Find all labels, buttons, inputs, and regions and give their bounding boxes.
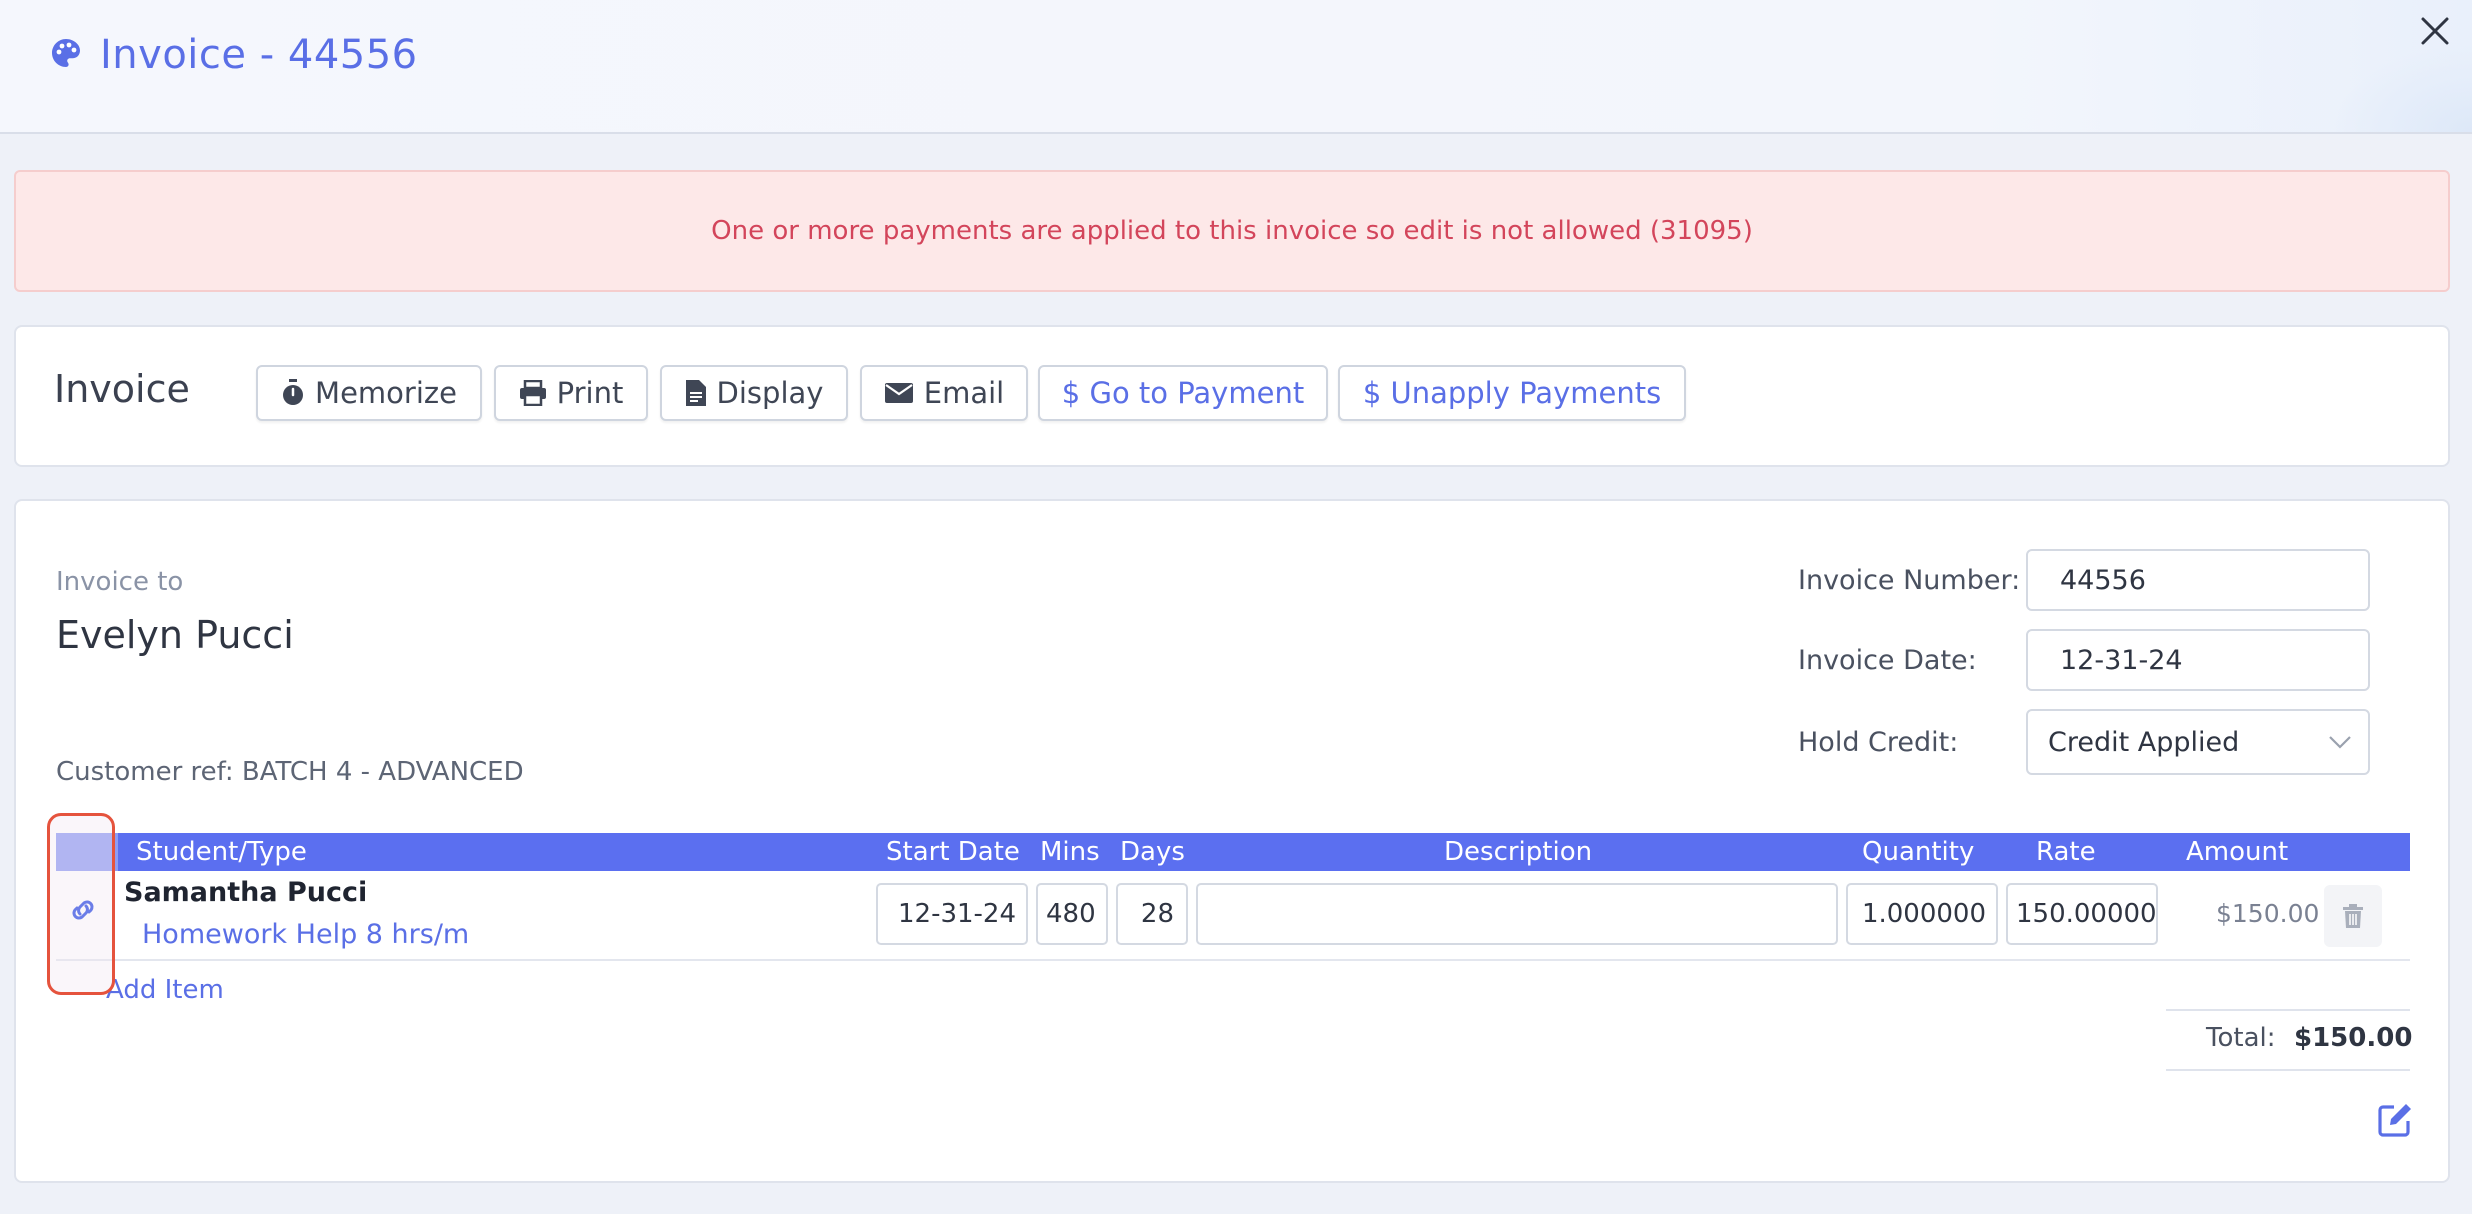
row-description-input[interactable]: [1196, 883, 1838, 945]
go-to-payment-label: $ Go to Payment: [1061, 376, 1305, 410]
close-button[interactable]: [2412, 8, 2458, 54]
page-title: Invoice - 44556: [100, 32, 418, 78]
row-days-value: 28: [1140, 899, 1174, 929]
invoice-to-label: Invoice to: [56, 567, 184, 597]
customer-ref: Customer ref: BATCH 4 - ADVANCED: [56, 757, 524, 787]
header-description: Description: [1444, 837, 1593, 867]
hold-credit-select[interactable]: Credit Applied: [2026, 709, 2370, 775]
row-rate-value: 150.00000: [2016, 899, 2157, 929]
memorize-button[interactable]: Memorize: [256, 365, 482, 421]
modal-header: Invoice - 44556: [0, 0, 2472, 134]
memorize-label: Memorize: [315, 376, 457, 410]
alert-message: One or more payments are applied to this…: [711, 216, 1753, 246]
row-mins-input[interactable]: 480: [1036, 883, 1108, 945]
envelope-icon: [884, 383, 913, 403]
row-amount: $150.00: [2216, 899, 2320, 928]
link-item-button[interactable]: [66, 899, 100, 925]
print-label: Print: [556, 376, 624, 410]
edit-button[interactable]: [2378, 1101, 2414, 1137]
hold-credit-value: Credit Applied: [2048, 726, 2240, 758]
row-start-date-input[interactable]: 12-31-24: [876, 883, 1028, 945]
invoice-number-value: 44556: [2060, 564, 2146, 596]
stopwatch-icon: [283, 379, 304, 405]
error-alert: One or more payments are applied to this…: [14, 170, 2450, 292]
row-quantity-input[interactable]: 1.000000: [1846, 883, 1998, 945]
palette-icon: [50, 37, 82, 73]
invoice-details-card: Invoice to Evelyn Pucci Customer ref: BA…: [14, 499, 2450, 1183]
toolbar-title: Invoice: [54, 367, 190, 411]
invoice-date-label: Invoice Date:: [1798, 645, 1977, 676]
row-student-name: Samantha Pucci: [124, 877, 368, 908]
print-button[interactable]: Print: [494, 365, 648, 421]
unapply-payments-button[interactable]: $ Unapply Payments: [1338, 365, 1686, 421]
unapply-payments-label: $ Unapply Payments: [1362, 376, 1662, 410]
header-start-date: Start Date: [886, 837, 1020, 867]
header-days: Days: [1120, 837, 1185, 867]
printer-icon: [519, 380, 546, 406]
trash-icon: [2343, 904, 2363, 928]
display-label: Display: [716, 376, 824, 410]
invoice-number-field[interactable]: 44556: [2026, 549, 2370, 611]
invoice-number-label: Invoice Number:: [1798, 565, 2021, 596]
total-divider-top: [2166, 1009, 2410, 1011]
row-days-input[interactable]: 28: [1116, 883, 1188, 945]
delete-row-button[interactable]: [2324, 885, 2382, 947]
document-icon: [685, 380, 706, 406]
invoice-date-field[interactable]: 12-31-24: [2026, 629, 2370, 691]
go-to-payment-button[interactable]: $ Go to Payment: [1038, 365, 1328, 421]
table-row: Samantha Pucci Homework Help 8 hrs/m 12-…: [56, 871, 2410, 961]
row-start-date-value: 12-31-24: [898, 899, 1017, 929]
row-mins-value: 480: [1046, 899, 1096, 929]
close-icon: [2421, 17, 2449, 45]
link-icon: [72, 900, 94, 920]
modal-title: Invoice - 44556: [50, 32, 418, 78]
total-value: $150.00: [2294, 1023, 2413, 1053]
header-amount: Amount: [2186, 837, 2289, 867]
invoice-toolbar: Invoice Memorize Print Display Email $ G…: [14, 325, 2450, 467]
email-label: Email: [923, 376, 1005, 410]
header-student-type: Student/Type: [136, 837, 307, 867]
total-divider-bottom: [2166, 1069, 2410, 1071]
row-rate-input[interactable]: 150.00000: [2006, 883, 2158, 945]
edit-icon: [2378, 1104, 2411, 1137]
customer-name: Evelyn Pucci: [56, 613, 294, 657]
chevron-down-icon: [2329, 736, 2351, 749]
invoice-date-value: 12-31-24: [2060, 644, 2183, 676]
header-mins: Mins: [1040, 837, 1100, 867]
header-rate: Rate: [2036, 837, 2096, 867]
line-items-header: Student/Type Start Date Mins Days Descri…: [56, 833, 2410, 871]
hold-credit-label: Hold Credit:: [1798, 727, 1959, 758]
row-service-type[interactable]: Homework Help 8 hrs/m: [142, 919, 469, 950]
total-label: Total:: [2206, 1023, 2276, 1053]
row-quantity-value: 1.000000: [1861, 899, 1986, 929]
email-button[interactable]: Email: [860, 365, 1028, 421]
add-item-link[interactable]: Add Item: [106, 975, 224, 1005]
display-button[interactable]: Display: [660, 365, 848, 421]
header-decoration: [2332, 42, 2472, 132]
header-quantity: Quantity: [1862, 837, 1975, 867]
